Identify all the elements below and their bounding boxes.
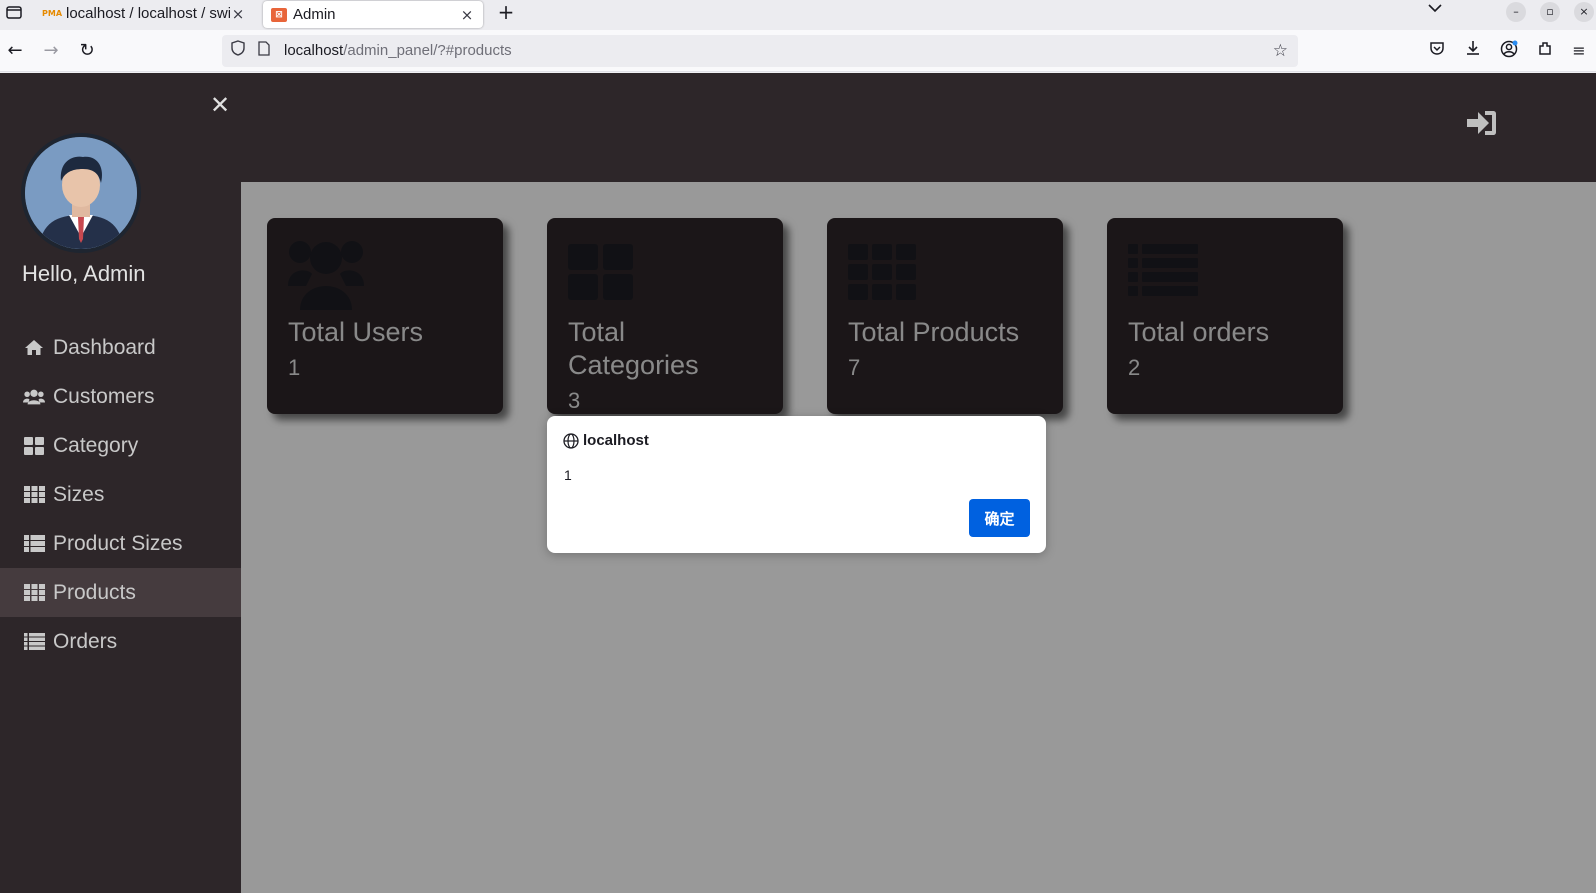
stat-card-products: Total Products 7 [827,218,1063,414]
ok-button[interactable]: 确定 [969,499,1030,537]
browser-tab-bar: PMA localhost / localhost / swi × ⊠ Admi… [0,0,1596,30]
forward-button[interactable]: → [40,40,62,62]
sidebar-item-customers[interactable]: Customers [0,372,241,421]
stat-card-users: Total Users 1 [267,218,503,414]
sidebar-item-label: Customers [53,384,155,408]
download-icon[interactable] [1462,40,1484,62]
sidebar-item-product-sizes[interactable]: Product Sizes [0,519,241,568]
back-button[interactable]: ← [4,40,26,62]
sidebar-item-label: Products [53,580,136,604]
window-close-button[interactable]: × [1574,2,1594,22]
th-large-icon [23,436,45,455]
tab-list-icon[interactable] [2,3,26,25]
tab-phpmyadmin[interactable]: PMA localhost / localhost / swi × [36,0,254,28]
sidebar-item-category[interactable]: Category [0,421,241,470]
dialog-header: localhost [563,432,649,449]
account-icon[interactable] [1498,40,1520,62]
sidebar-item-label: Category [53,433,139,457]
close-icon[interactable]: ✕ [206,91,234,119]
page-icon[interactable] [254,35,274,67]
sidebar-item-label: Orders [53,629,118,653]
sidebar-item-label: Sizes [53,482,105,506]
url-text: localhost/admin_panel/?#products [284,42,512,59]
new-tab-button[interactable]: + [494,1,518,25]
th-large-icon [568,238,644,310]
stat-card-orders: Total orders 2 [1107,218,1343,414]
stat-card-categories: Total Categories 3 [547,218,783,414]
sidebar-item-products[interactable]: Products [0,568,241,617]
card-title: Total orders [1128,317,1270,347]
chevron-down-icon[interactable] [1428,1,1442,17]
sidebar-item-sizes[interactable]: Sizes [0,470,241,519]
card-title: Total Categories [568,317,699,380]
phpmyadmin-favicon-icon: PMA [42,9,63,18]
th-list-icon [1128,238,1204,310]
close-icon[interactable]: × [230,3,246,25]
users-icon [288,238,364,310]
star-icon[interactable]: ☆ [1273,35,1288,67]
sidebar-item-label: Product Sizes [53,531,183,555]
sidebar-item-label: Dashboard [53,335,156,359]
extensions-icon[interactable] [1534,40,1556,62]
browser-toolbar: ← → ↻ localhost/admin_panel/?#products ☆… [0,30,1596,72]
dialog-origin: localhost [583,432,649,449]
card-value: 7 [848,355,861,380]
sidebar: ✕ Hello, Admin Dashboard Customers Categ… [0,73,241,893]
top-header [241,73,1596,182]
address-bar[interactable]: localhost/admin_panel/?#products ☆ [222,35,1298,67]
tab-title: Admin [293,5,336,23]
th-icon [23,584,45,602]
alert-dialog: localhost 1 确定 [547,416,1046,553]
tab-admin[interactable]: ⊠ Admin × [263,1,483,28]
close-icon[interactable]: × [459,4,475,26]
sign-in-icon[interactable] [1467,109,1497,137]
home-icon [23,339,45,357]
admin-favicon-icon: ⊠ [271,7,287,22]
card-title: Total Products [848,317,1020,347]
th-icon [23,486,45,504]
card-title: Total Users [288,317,424,347]
restore-button[interactable]: ▫ [1540,2,1560,22]
users-icon [23,388,45,406]
list-icon [23,633,45,651]
avatar [21,133,141,253]
th-list-icon [23,535,45,553]
th-icon [848,238,924,310]
card-value: 2 [1128,355,1141,380]
dialog-message: 1 [564,467,572,483]
card-value: 3 [568,388,581,413]
pocket-icon[interactable] [1426,40,1448,62]
shield-icon[interactable] [228,35,248,67]
globe-icon [563,432,579,449]
sidebar-item-orders[interactable]: Orders [0,617,241,666]
menu-icon[interactable]: ≡ [1568,40,1590,62]
greeting: Hello, Admin [22,261,146,286]
sidebar-item-dashboard[interactable]: Dashboard [0,323,241,372]
tab-title: localhost / localhost / swi [66,5,230,22]
card-value: 1 [288,355,301,380]
sidebar-menu: Dashboard Customers Category Sizes Produ… [0,323,241,666]
reload-button[interactable]: ↻ [76,40,98,62]
minimize-button[interactable]: – [1506,2,1526,22]
